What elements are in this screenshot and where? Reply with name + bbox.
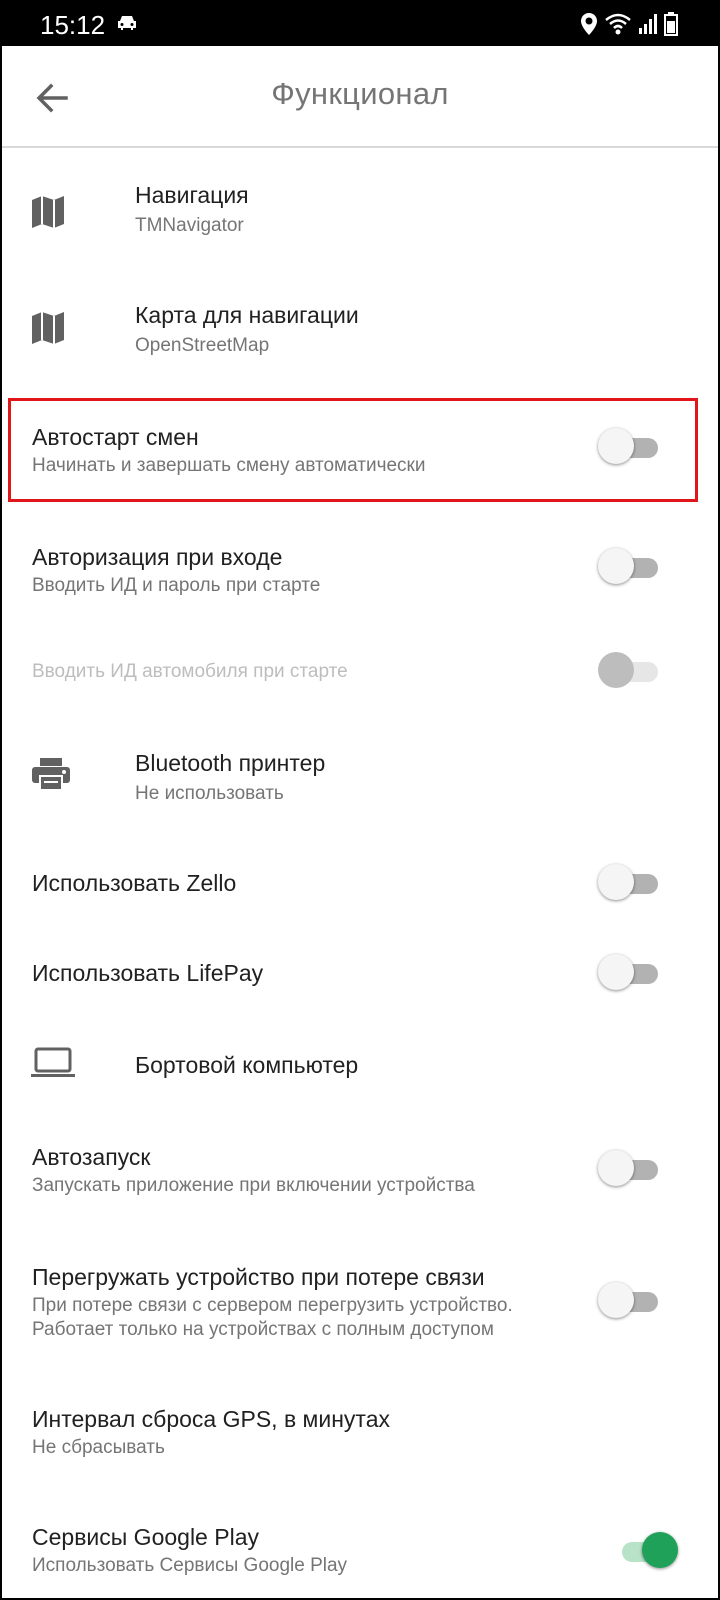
- autolaunch-toggle[interactable]: [598, 1148, 662, 1188]
- setting-navigation-map[interactable]: Карта для навигации OpenStreetMap: [2, 268, 718, 388]
- car-icon: [116, 14, 138, 37]
- lifepay-toggle[interactable]: [598, 952, 662, 992]
- setting-subtitle: Вводить ИД и пароль при старте: [32, 575, 321, 596]
- setting-autostart-shifts[interactable]: Автостарт смен Начинать и завершать смен…: [2, 398, 718, 502]
- setting-bluetooth-printer[interactable]: Bluetooth принтер Не использовать: [2, 716, 718, 836]
- toggle-knob: [642, 1532, 678, 1568]
- setting-google-play-services[interactable]: Сервисы Google Play Использовать Сервисы…: [2, 1502, 718, 1598]
- setting-title: Автостарт смен: [32, 424, 199, 450]
- printer-icon: [30, 756, 72, 797]
- toggle-knob: [598, 1282, 634, 1318]
- status-icons: [580, 12, 678, 41]
- setting-title: Карта для навигации: [135, 302, 359, 328]
- setting-gps-reset-interval[interactable]: Интервал сброса GPS, в минутах Не сбрасы…: [2, 1382, 718, 1492]
- wifi-icon: [604, 12, 632, 41]
- setting-subtitle: Запускать приложение при включении устро…: [32, 1175, 475, 1196]
- signal-icon: [638, 13, 658, 40]
- setting-subtitle-line2: Работает только на устройствах с полным …: [32, 1319, 494, 1340]
- screen: 15:12 Функционал Навигация TMNavigator К…: [0, 0, 720, 1600]
- setting-title: Бортовой компьютер: [135, 1052, 359, 1078]
- toggle-knob: [598, 428, 634, 464]
- setting-subtitle: Использовать Сервисы Google Play: [32, 1555, 348, 1576]
- laptop-icon: [30, 1046, 76, 1085]
- setting-navigation[interactable]: Навигация TMNavigator: [2, 148, 718, 268]
- toggle-knob: [598, 954, 634, 990]
- location-icon: [580, 12, 598, 41]
- setting-subtitle-line1: При потере связи с сервером перегрузить …: [32, 1295, 513, 1316]
- setting-title: Сервисы Google Play: [32, 1524, 259, 1550]
- setting-title: Bluetooth принтер: [135, 750, 326, 776]
- setting-title: Навигация: [135, 182, 249, 208]
- setting-car-id-on-start: Вводить ИД автомобиля при старте: [2, 632, 718, 712]
- login-authorization-toggle[interactable]: [598, 546, 662, 586]
- status-bar: 15:12: [2, 2, 718, 46]
- setting-title: Автозапуск: [32, 1144, 151, 1170]
- zello-toggle[interactable]: [598, 862, 662, 902]
- setting-title: Интервал сброса GPS, в минутах: [32, 1406, 390, 1432]
- toggle-knob: [598, 652, 634, 688]
- setting-subtitle: Не сбрасывать: [32, 1437, 165, 1458]
- setting-use-zello[interactable]: Использовать Zello: [2, 838, 718, 928]
- setting-title: Использовать LifePay: [32, 960, 264, 986]
- setting-title: Перегружать устройство при потере связи: [32, 1264, 485, 1290]
- setting-onboard-computer[interactable]: Бортовой компьютер: [2, 1022, 718, 1112]
- battery-icon: [664, 12, 678, 41]
- map-icon: [30, 194, 66, 235]
- setting-reboot-on-connection-loss[interactable]: Перегружать устройство при потере связи …: [2, 1242, 718, 1372]
- page-title: Функционал: [271, 76, 449, 111]
- autostart-shifts-toggle[interactable]: [598, 426, 662, 466]
- setting-login-authorization[interactable]: Авторизация при входе Вводить ИД и парол…: [2, 518, 718, 622]
- map-icon: [30, 310, 66, 351]
- google-play-toggle[interactable]: [614, 1530, 678, 1570]
- setting-subtitle: Не использовать: [135, 783, 284, 804]
- setting-subtitle: OpenStreetMap: [135, 335, 270, 356]
- setting-title: Вводить ИД автомобиля при старте: [32, 661, 348, 682]
- status-time: 15:12: [40, 10, 106, 40]
- setting-title: Авторизация при входе: [32, 544, 283, 570]
- setting-title: Использовать Zello: [32, 870, 237, 896]
- car-id-toggle: [598, 650, 662, 690]
- toggle-knob: [598, 864, 634, 900]
- setting-autolaunch[interactable]: Автозапуск Запускать приложение при вклю…: [2, 1114, 718, 1230]
- setting-use-lifepay[interactable]: Использовать LifePay: [2, 930, 718, 1020]
- setting-subtitle: TMNavigator: [135, 215, 244, 236]
- setting-subtitle: Начинать и завершать смену автоматически: [32, 455, 426, 476]
- app-bar: Функционал: [2, 46, 718, 148]
- toggle-knob: [598, 1150, 634, 1186]
- reboot-toggle[interactable]: [598, 1280, 662, 1320]
- toggle-knob: [598, 548, 634, 584]
